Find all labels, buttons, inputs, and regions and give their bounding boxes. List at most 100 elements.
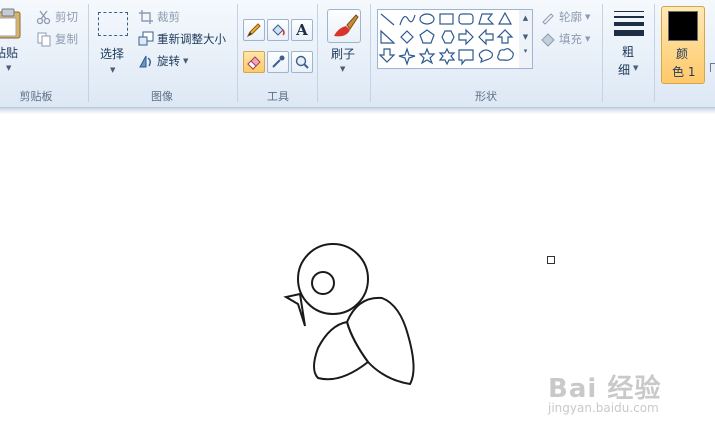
four-point-star-shape-icon[interactable] [398, 47, 416, 66]
magnifier-icon [295, 55, 309, 69]
chevron-down-icon: ▼ [585, 35, 591, 43]
paste-label: 粘贴 [0, 46, 19, 60]
bird-beak [283, 292, 306, 327]
right-triangle-shape-icon[interactable] [380, 29, 396, 44]
size-button[interactable]: 粗 细 ▼ [610, 9, 648, 79]
divider [317, 4, 318, 102]
down-arrow-shape-icon[interactable] [378, 48, 396, 63]
outline-label: 轮廓 [559, 10, 582, 24]
fill-shape-button[interactable]: 填充 ▼ [540, 31, 590, 47]
oval-shape-icon[interactable] [419, 13, 435, 25]
chevron-down-icon: ▼ [585, 13, 591, 21]
up-arrow-shape-icon[interactable] [496, 29, 514, 44]
diamond-shape-icon[interactable] [400, 30, 414, 44]
watermark-url: jingyan.baidu.com [548, 401, 659, 415]
ribbon-shadow [0, 108, 715, 114]
copy-icon [37, 32, 51, 47]
text-icon: A [296, 21, 308, 39]
eraser-icon [247, 56, 261, 70]
color1-label-line2: 色 1 [672, 65, 696, 79]
polygon-shape-icon[interactable] [478, 13, 495, 25]
crop-button[interactable]: 裁剪 [138, 9, 180, 25]
resize-icon [138, 31, 154, 46]
size-label-line2: 细 [618, 63, 631, 77]
outline-button[interactable]: 轮廓 ▼ [540, 9, 590, 25]
divider [370, 4, 371, 102]
pencil-icon [246, 23, 261, 38]
canvas-resize-handle[interactable] [547, 256, 555, 264]
outline-icon [542, 13, 554, 25]
clipboard-icon [0, 8, 21, 39]
expand-gallery-icon[interactable]: ▾ [519, 47, 532, 55]
chevron-down-icon[interactable]: ▼ [519, 33, 532, 41]
copy-button[interactable]: 复制 [36, 31, 78, 47]
clipboard-group-label: 剪贴板 [19, 90, 53, 103]
color1-label-line1: 颜 [676, 47, 689, 61]
shapes-gallery-scroll[interactable]: ▲ ▼ ▾ [519, 9, 533, 69]
line-shape-icon[interactable] [380, 13, 395, 26]
rectangle-callout-shape-icon[interactable] [458, 49, 474, 66]
ribbon: 粘贴 ▼ 剪切 复制 剪贴板 选择 ▼ 裁剪 重新调整大小 旋转 ▼ 图像 A … [0, 0, 715, 108]
chevron-down-icon: ▼ [340, 65, 346, 73]
shapes-gallery-icons [378, 11, 514, 66]
rotate-label: 旋转 [157, 54, 180, 68]
brushes-label: 刷子 [331, 47, 356, 61]
magnifier-button[interactable] [291, 51, 313, 73]
pentagon-shape-icon[interactable] [419, 29, 435, 44]
crop-label: 裁剪 [157, 10, 180, 24]
select-label: 选择 [100, 47, 125, 61]
pencil-button[interactable] [243, 19, 265, 41]
watermark: Bai 经验 jingyan.baidu.com [548, 368, 661, 415]
copy-label: 复制 [55, 32, 78, 46]
color1-swatch [668, 11, 698, 41]
image-group-label: 图像 [151, 90, 173, 103]
cut-button[interactable]: 剪切 [36, 9, 78, 25]
text-button[interactable]: A [291, 19, 313, 41]
chevron-up-icon[interactable]: ▲ [519, 14, 532, 22]
color2-swatch [710, 63, 715, 72]
rounded-rectangle-shape-icon[interactable] [458, 13, 474, 25]
shapes-group-label: 形状 [475, 90, 497, 103]
fill-button[interactable] [267, 19, 289, 41]
select-button[interactable]: 选择 ▼ [96, 10, 130, 78]
chevron-down-icon: ▼ [183, 57, 189, 65]
fill-bucket-icon [272, 24, 285, 36]
chevron-down-icon: ▼ [110, 66, 116, 74]
cut-label: 剪切 [55, 10, 78, 24]
brush-icon [327, 9, 361, 43]
bird-wing-right [345, 296, 415, 386]
eraser-button[interactable] [243, 51, 265, 73]
divider [88, 4, 89, 102]
left-arrow-shape-icon[interactable] [478, 28, 494, 46]
crop-icon [139, 10, 153, 24]
rectangle-shape-icon[interactable] [439, 13, 454, 25]
curve-shape-icon[interactable] [399, 14, 416, 26]
paste-button[interactable]: 粘贴 ▼ [0, 6, 24, 76]
divider [654, 4, 655, 102]
size-label-line1: 粗 [622, 45, 635, 59]
shapes-gallery[interactable] [377, 9, 521, 69]
tools-group-label: 工具 [267, 90, 289, 103]
brushes-button[interactable]: 刷子 ▼ [325, 9, 363, 79]
right-arrow-shape-icon[interactable] [458, 28, 474, 46]
resize-label: 重新调整大小 [157, 32, 226, 46]
oval-callout-shape-icon[interactable] [478, 49, 493, 64]
hexagon-shape-icon[interactable] [441, 30, 455, 44]
rotate-button[interactable]: 旋转 ▼ [138, 53, 188, 69]
fill-label: 填充 [559, 32, 582, 46]
line-width-icon [614, 11, 644, 36]
five-point-star-shape-icon[interactable] [418, 47, 436, 65]
triangle-shape-icon[interactable] [497, 11, 513, 25]
watermark-brand: Bai 经验 [548, 374, 662, 404]
six-point-star-shape-icon[interactable] [438, 47, 456, 66]
chevron-down-icon: ▼ [6, 64, 12, 72]
color2-button[interactable] [708, 6, 715, 82]
divider [237, 4, 238, 102]
divider [602, 4, 603, 102]
rotate-icon [139, 55, 151, 68]
resize-button[interactable]: 重新调整大小 [138, 31, 226, 47]
bird-eye [311, 271, 335, 295]
color-picker-button[interactable] [267, 51, 289, 73]
cloud-callout-shape-icon[interactable] [497, 48, 514, 61]
color1-button[interactable]: 颜 色 1 [661, 6, 705, 84]
